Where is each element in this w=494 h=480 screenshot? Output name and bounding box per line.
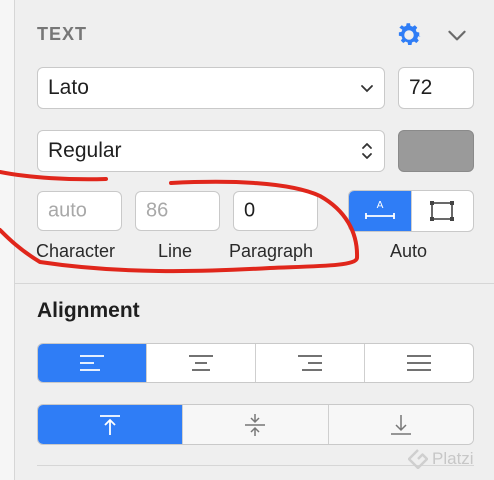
left-panel-edge — [0, 0, 15, 480]
horizontal-alignment-control[interactable] — [37, 343, 474, 383]
auto-width-icon: A — [364, 200, 395, 219]
align-middle-icon — [245, 413, 266, 436]
vertical-alignment-control[interactable] — [37, 404, 474, 445]
paragraph-label: Paragraph — [229, 241, 314, 261]
font-family-value: Lato — [48, 76, 89, 99]
chevron-down-icon[interactable] — [444, 22, 470, 48]
align-middle-button[interactable] — [182, 405, 328, 444]
line-label: Line — [158, 241, 193, 261]
gear-icon[interactable] — [394, 20, 424, 50]
auto-width-button[interactable]: A — [349, 191, 411, 231]
align-top-icon — [100, 414, 121, 435]
svg-text:A: A — [376, 200, 383, 211]
text-resize-toggle[interactable]: A — [348, 190, 474, 232]
font-size-field[interactable]: 72 — [398, 67, 474, 109]
align-bottom-icon — [390, 414, 411, 435]
align-right-icon — [298, 355, 322, 371]
fixed-size-icon — [430, 201, 455, 221]
text-color-swatch[interactable] — [398, 130, 474, 172]
chevron-updown-icon — [362, 143, 372, 159]
character-spacing-field[interactable]: auto — [37, 191, 122, 231]
font-weight-select[interactable]: Regular — [37, 130, 385, 172]
watermark-text: Platzi — [432, 449, 474, 468]
font-family-select[interactable]: Lato — [37, 67, 385, 109]
align-top-button[interactable] — [38, 405, 183, 444]
align-left-button[interactable] — [38, 344, 146, 382]
character-label: Character — [36, 241, 116, 261]
paragraph-spacing-value: 0 — [244, 199, 256, 222]
platzi-logo-icon — [408, 449, 428, 469]
fixed-size-button[interactable] — [410, 191, 474, 231]
line-height-value: 86 — [146, 199, 169, 222]
align-right-button[interactable] — [255, 344, 364, 382]
chevron-down-icon — [361, 85, 373, 93]
align-center-icon — [189, 355, 213, 371]
font-weight-value: Regular — [48, 139, 122, 162]
align-center-button[interactable] — [146, 344, 255, 382]
section-divider — [15, 283, 494, 284]
watermark: Platzi — [408, 449, 474, 469]
font-size-value: 72 — [409, 76, 433, 99]
align-justify-icon — [407, 355, 431, 371]
align-bottom-button[interactable] — [327, 405, 473, 444]
align-left-icon — [80, 355, 104, 371]
character-spacing-value: auto — [48, 199, 87, 222]
section-title: TEXT — [37, 24, 88, 44]
resize-label: Auto — [390, 241, 428, 261]
paragraph-spacing-field[interactable]: 0 — [233, 191, 318, 231]
align-justify-button[interactable] — [364, 344, 473, 382]
line-height-field[interactable]: 86 — [135, 191, 220, 231]
alignment-title: Alignment — [37, 299, 140, 322]
